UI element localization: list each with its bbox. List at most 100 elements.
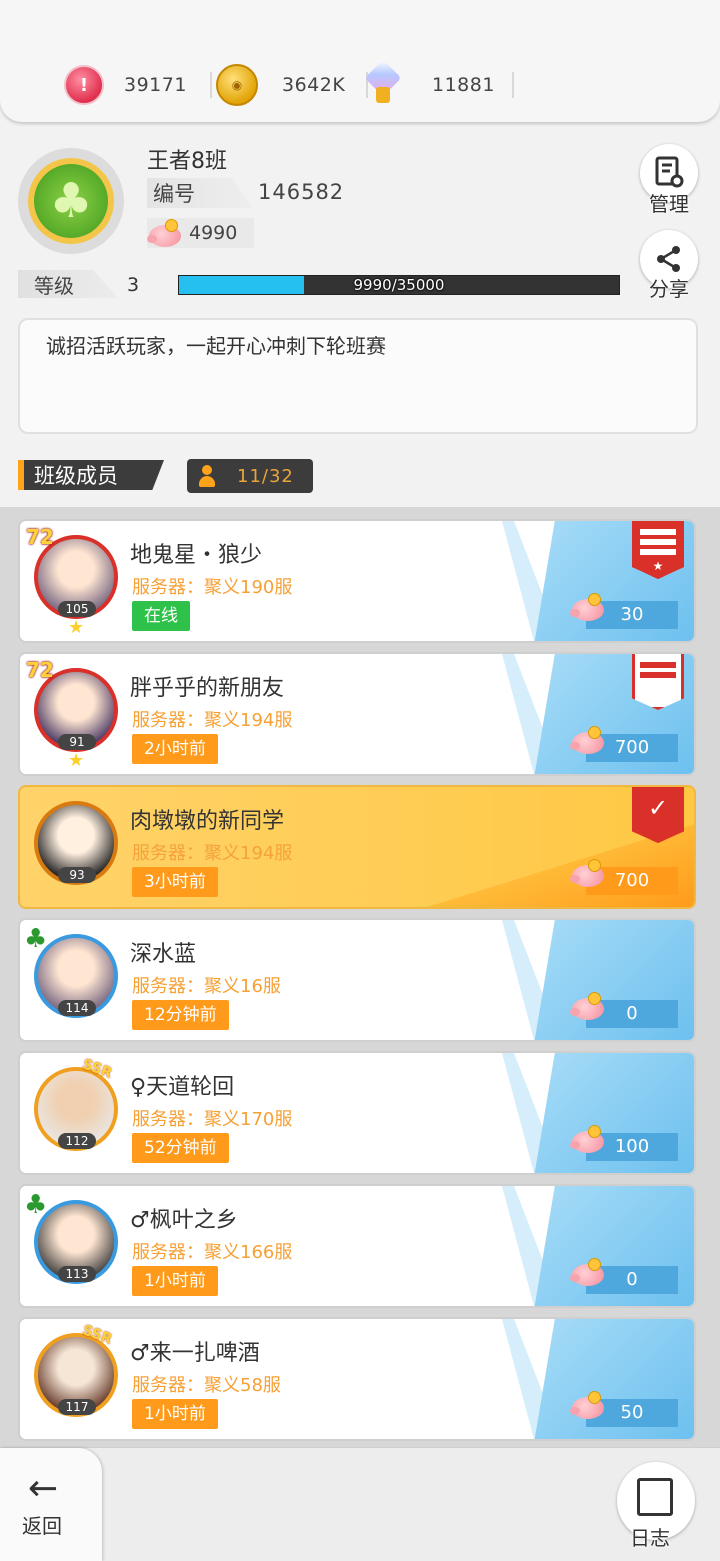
member-name: ♂枫叶之乡: [130, 1208, 238, 1233]
gem-currency: 11881: [364, 59, 514, 110]
log-label[interactable]: 日志: [630, 1522, 670, 1551]
member-card[interactable]: SSR 117 ♂来一扎啤酒 服务器：聚义58服 1小时前 50: [18, 1317, 696, 1441]
member-card[interactable]: 72 91 ★ 胖乎乎的新朋友 服务器：聚义194服 2小时前 700: [18, 652, 696, 776]
vip-badge: 72: [26, 658, 54, 682]
back-button[interactable]: ← 返回: [0, 1448, 102, 1561]
id-label: 编号: [147, 178, 253, 208]
member-server: 服务器：聚义166服: [132, 1242, 293, 1263]
piggy-bank-icon: [570, 859, 606, 887]
vip-badge: 72: [26, 525, 54, 549]
member-count: 11/32: [187, 459, 313, 493]
level-label-text: 等级: [34, 273, 74, 298]
member-server: 服务器：聚义194服: [132, 843, 293, 864]
member-status: 12分钟前: [132, 1000, 229, 1030]
member-card[interactable]: SSR 112 ♀天道轮回 服务器：聚义170服 52分钟前 100: [18, 1051, 696, 1175]
gold-currency: ◉ 3642K: [216, 60, 368, 110]
member-server: 服务器：聚义16服: [132, 976, 281, 997]
member-name: ♀天道轮回: [130, 1075, 235, 1100]
member-level: 91: [58, 734, 96, 750]
member-status: 在线: [132, 601, 190, 631]
share-label[interactable]: 分享: [639, 273, 699, 302]
member-avatar[interactable]: 72 105 ★: [24, 525, 128, 638]
member-level: 117: [58, 1399, 96, 1415]
bottom-bar: ← 返回 日志: [0, 1447, 720, 1561]
class-notice: 诚招活跃玩家，一起开心冲刺下轮班赛: [18, 318, 698, 434]
back-label: 返回: [22, 1514, 62, 1538]
person-icon: [199, 465, 215, 487]
book-icon: [637, 1478, 673, 1516]
member-server: 服务器：聚义170服: [132, 1109, 293, 1130]
member-avatar[interactable]: 93: [24, 791, 128, 903]
member-level: 113: [58, 1266, 96, 1282]
member-status: 1小时前: [132, 1266, 218, 1296]
manage-icon: [655, 156, 684, 188]
level-label: 等级: [18, 270, 118, 298]
member-card[interactable]: 72 105 ★ 地鬼星・狼少 服务器：聚义190服 在线 ★ 30: [18, 519, 696, 643]
member-server: 服务器：聚义190服: [132, 577, 293, 598]
member-server: 服务器：聚义58服: [132, 1375, 281, 1396]
clover-icon: ♣: [34, 164, 108, 238]
diamond-amount: 39171: [124, 74, 187, 96]
member-avatar[interactable]: ♣ 113: [24, 1190, 128, 1302]
member-name: 地鬼星・狼少: [130, 543, 263, 568]
palm-tree-icon: ♣: [24, 1190, 48, 1220]
diamond-icon: !: [64, 65, 104, 105]
class-piggy: 4990: [147, 218, 254, 248]
piggy-bank-icon: [570, 1391, 606, 1419]
class-name: 王者8班: [147, 149, 227, 174]
divider: [210, 72, 212, 98]
member-level: 93: [58, 867, 96, 883]
member-avatar[interactable]: SSR 117: [24, 1322, 128, 1435]
rank-flag-icon: ✓: [632, 787, 684, 843]
star-icon: ★: [68, 617, 85, 638]
member-status: 3小时前: [132, 867, 218, 897]
member-card[interactable]: ♣ 114 深水蓝 服务器：聚义16服 12分钟前 0: [18, 918, 696, 1042]
palm-tree-icon: ♣: [24, 924, 48, 954]
gem-amount: 11881: [432, 74, 495, 96]
rank-flag-icon: ★: [632, 521, 684, 579]
manage-label[interactable]: 管理: [639, 188, 699, 217]
piggy-bank-icon: [570, 726, 606, 754]
member-name: 胖乎乎的新朋友: [130, 676, 285, 701]
member-status: 52分钟前: [132, 1133, 229, 1163]
member-card-self[interactable]: 93 肉墩墩的新同学 服务器：聚义194服 3小时前 ✓ 700: [18, 785, 696, 909]
class-piggy-value: 4990: [189, 222, 238, 244]
piggy-bank-icon: [570, 1258, 606, 1286]
piggy-bank-icon: [147, 219, 183, 247]
class-avatar: ♣: [18, 148, 124, 254]
member-server: 服务器：聚义194服: [132, 710, 293, 731]
arrow-left-icon: ←: [28, 1468, 59, 1509]
member-status: 1小时前: [132, 1399, 218, 1429]
gold-coin-icon: ◉: [216, 64, 258, 106]
member-count-text: 11/32: [237, 465, 294, 487]
member-name: ♂来一扎啤酒: [130, 1341, 260, 1366]
member-avatar[interactable]: ♣ 114: [24, 924, 128, 1036]
member-card[interactable]: ♣ 113 ♂枫叶之乡 服务器：聚义166服 1小时前 0: [18, 1184, 696, 1308]
members-title-text: 班级成员: [34, 464, 118, 488]
gold-amount: 3642K: [282, 74, 346, 96]
member-level: 114: [58, 1000, 96, 1016]
xp-text: 9990/35000: [353, 276, 445, 294]
share-icon: [657, 246, 680, 272]
member-name: 肉墩墩的新同学: [130, 809, 285, 834]
divider: [512, 72, 514, 98]
member-level: 105: [58, 601, 96, 617]
gem-icon: [364, 59, 402, 105]
class-id: 146582: [258, 180, 345, 204]
id-label-text: 编号: [153, 182, 195, 206]
member-level: 112: [58, 1133, 96, 1149]
xp-progress-bar: 9990/35000: [178, 275, 620, 295]
class-level: 3: [127, 274, 140, 296]
member-name: 深水蓝: [130, 942, 197, 967]
rank-flag-icon: [632, 654, 684, 710]
currency-bar: ! 39171 ◉ 3642K 11881: [0, 0, 720, 122]
members-section-title: 班级成员: [18, 460, 164, 490]
member-status: 2小时前: [132, 734, 218, 764]
star-icon: ★: [68, 750, 85, 771]
member-avatar[interactable]: 72 91 ★: [24, 658, 128, 771]
member-avatar[interactable]: SSR 112: [24, 1056, 128, 1169]
piggy-bank-icon: [570, 1125, 606, 1153]
notice-text: 诚招活跃玩家，一起开心冲刺下轮班赛: [46, 334, 386, 358]
diamond-currency: ! 39171: [64, 60, 212, 110]
piggy-bank-icon: [570, 992, 606, 1020]
